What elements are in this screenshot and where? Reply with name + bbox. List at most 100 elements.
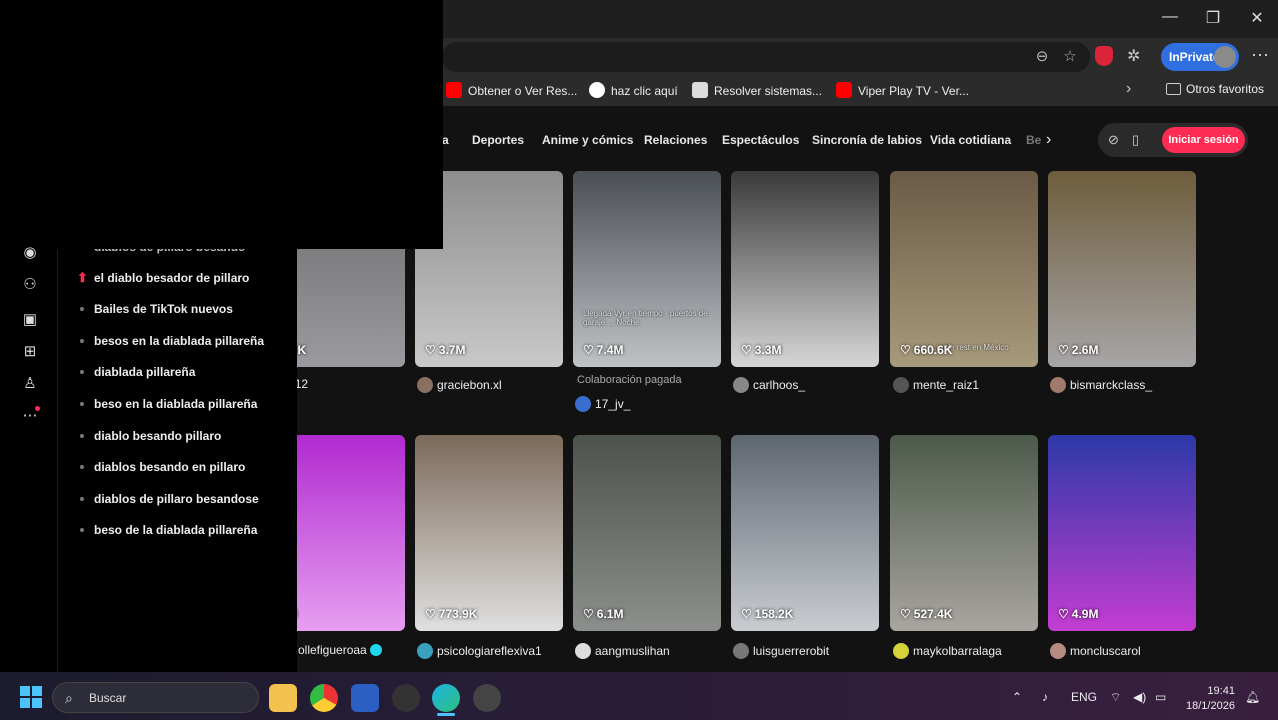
clock[interactable]: 19:41 18/1/2026 bbox=[1186, 684, 1235, 714]
app-icon[interactable] bbox=[392, 684, 420, 712]
avatar bbox=[575, 643, 591, 659]
heart-icon: ♡ bbox=[741, 343, 752, 357]
suggestion-item[interactable]: Bailes de TikTok nuevos bbox=[94, 302, 233, 316]
settings-more-icon[interactable]: ··· bbox=[1251, 44, 1269, 65]
file-explorer-icon[interactable] bbox=[269, 684, 297, 712]
bullet bbox=[80, 402, 84, 406]
minimize-button[interactable]: — bbox=[1155, 8, 1185, 26]
category-tab[interactable]: Deportes bbox=[472, 133, 524, 147]
bullet bbox=[80, 307, 84, 311]
bullet bbox=[80, 434, 84, 438]
other-favorites[interactable]: Otros favoritos bbox=[1166, 82, 1264, 96]
video-card[interactable]: ♡ 6.1M bbox=[573, 435, 721, 631]
author-name[interactable]: carlhoos_ bbox=[733, 377, 805, 393]
author-name[interactable]: psicologiareflexiva1 bbox=[417, 643, 542, 659]
notification-bell-icon[interactable]: 🔔︎ bbox=[1245, 690, 1260, 704]
language-indicator[interactable]: ENG bbox=[1071, 690, 1097, 704]
video-card[interactable]: ♡ 3.3M bbox=[731, 171, 879, 367]
login-button[interactable]: Iniciar sesión bbox=[1162, 127, 1245, 153]
inprivate-profile-button[interactable]: InPrivate bbox=[1161, 43, 1239, 71]
author-name[interactable]: luisguerrerobit bbox=[733, 643, 829, 659]
author-name[interactable]: graciebon.xl bbox=[417, 377, 502, 393]
suggestion-item[interactable]: beso en la diablada pillareña bbox=[94, 397, 257, 411]
category-tab[interactable]: Sincronía de labios bbox=[812, 133, 922, 147]
suggestion-item[interactable]: beso de la diablada pillareña bbox=[94, 523, 257, 537]
chevron-up-icon[interactable]: ⌃ bbox=[1012, 690, 1022, 704]
profile-icon[interactable]: ♙ bbox=[20, 374, 40, 394]
author-name[interactable]: moncluscarol bbox=[1050, 643, 1141, 659]
video-card[interactable]: ♡ 2.6M bbox=[1048, 171, 1196, 367]
inprivate-label: InPrivate bbox=[1169, 50, 1220, 64]
avatar bbox=[1214, 46, 1236, 68]
view-count: ♡ 2.6M bbox=[1058, 343, 1099, 357]
author-name[interactable]: aangmuslihan bbox=[575, 643, 670, 659]
upload-icon[interactable]: ⊞ bbox=[20, 342, 40, 362]
explore-icon[interactable]: ◉ bbox=[20, 243, 40, 263]
taskbar-search[interactable]: ⌕ Buscar bbox=[52, 682, 259, 713]
phone-icon[interactable]: ▯ bbox=[1132, 132, 1139, 148]
category-tab[interactable]: Relaciones bbox=[644, 133, 707, 147]
chevron-right-icon[interactable]: › bbox=[1126, 80, 1131, 98]
youtube-icon bbox=[836, 82, 852, 98]
suggestion-item[interactable]: el diablo besador de pillaro bbox=[94, 271, 249, 285]
blank-overlay bbox=[0, 0, 443, 249]
category-tab[interactable]: Be bbox=[1026, 133, 1041, 147]
suggestion-item[interactable]: diablo besando pillaro bbox=[94, 429, 221, 443]
bullet bbox=[80, 528, 84, 532]
author-name[interactable]: ollefigueroaa bbox=[298, 643, 382, 657]
wifi-icon[interactable]: ⌔ bbox=[1110, 690, 1121, 705]
category-tab[interactable]: a bbox=[442, 133, 449, 147]
view-count: ♡ 3.7M bbox=[425, 343, 466, 357]
bookmark-item[interactable]: Viper Play TV - Ver... bbox=[836, 82, 969, 98]
microphone-icon[interactable]: ♪ bbox=[1042, 690, 1048, 704]
suggestion-item[interactable]: diablos besando en pillaro bbox=[94, 460, 245, 474]
bookmark-item[interactable]: Resolver sistemas... bbox=[692, 82, 822, 98]
author-name[interactable]: bismarckclass_ bbox=[1050, 377, 1152, 393]
suggestion-item[interactable]: diablada pillareña bbox=[94, 365, 195, 379]
suggestion-item[interactable]: besos en la diablada pillareña bbox=[94, 334, 264, 348]
suggestion-item[interactable]: diablos de pillaro besandose bbox=[94, 492, 259, 506]
extension-shield-icon[interactable] bbox=[1095, 46, 1113, 66]
video-card[interactable]: ♡ 158.2K bbox=[731, 435, 879, 631]
edge-icon[interactable] bbox=[432, 684, 460, 712]
bookmark-item[interactable]: Obtener o Ver Res... bbox=[446, 82, 577, 98]
app-icon[interactable] bbox=[473, 684, 501, 712]
video-card[interactable]: ♡ 4.9M bbox=[1048, 435, 1196, 631]
trending-arrow-icon: ⬆ bbox=[77, 270, 88, 285]
close-button[interactable]: ✕ bbox=[1242, 8, 1272, 28]
heart-icon: ♡ bbox=[583, 607, 594, 621]
avatar bbox=[417, 377, 433, 393]
zoom-icon[interactable]: ⊖ bbox=[1032, 47, 1052, 67]
video-card[interactable]: ♡ 773.9K bbox=[415, 435, 563, 631]
view-count: ♡ 3.3M bbox=[741, 343, 782, 357]
author-name[interactable]: 17_jv_ bbox=[575, 396, 630, 412]
chrome-icon[interactable] bbox=[310, 684, 338, 712]
maximize-button[interactable]: ❐ bbox=[1198, 8, 1228, 28]
word-icon[interactable] bbox=[351, 684, 379, 712]
windows-start-icon[interactable] bbox=[20, 686, 42, 708]
favorite-star-icon[interactable]: ☆ bbox=[1060, 47, 1080, 67]
video-card[interactable]: ♡ 527.4K bbox=[890, 435, 1038, 631]
bullet bbox=[80, 370, 84, 374]
live-icon[interactable]: ▣ bbox=[20, 310, 40, 330]
view-count: ♡ 158.2K bbox=[741, 607, 794, 621]
author-name[interactable]: maykolbarralaga bbox=[893, 643, 1002, 659]
author-name[interactable]: mente_raiz1 bbox=[893, 377, 979, 393]
video-card[interactable]: Llegada Vyr en tiempo · puertos de garaj… bbox=[573, 171, 721, 367]
category-tab[interactable]: Vida cotidiana bbox=[930, 133, 1011, 147]
chevron-right-icon[interactable]: › bbox=[1046, 131, 1051, 149]
following-icon[interactable]: ⚇ bbox=[20, 275, 40, 295]
extensions-icon[interactable]: ✲ bbox=[1127, 46, 1140, 66]
bullet bbox=[80, 465, 84, 469]
video-card[interactable]: ...unde rest en México ♡ 660.6K bbox=[890, 171, 1038, 367]
heart-icon: ♡ bbox=[900, 607, 911, 621]
category-tab[interactable]: Anime y cómics bbox=[542, 133, 633, 147]
compass-icon[interactable]: ⊘ bbox=[1108, 132, 1119, 148]
volume-icon[interactable]: ◀) bbox=[1133, 690, 1146, 704]
heart-icon: ♡ bbox=[425, 607, 436, 621]
bookmark-item[interactable]: haz clic aquí bbox=[589, 82, 678, 98]
address-bar[interactable] bbox=[442, 42, 1090, 72]
notification-dot bbox=[35, 406, 40, 411]
battery-icon[interactable]: ▭ bbox=[1155, 690, 1166, 704]
category-tab[interactable]: Espectáculos bbox=[722, 133, 799, 147]
